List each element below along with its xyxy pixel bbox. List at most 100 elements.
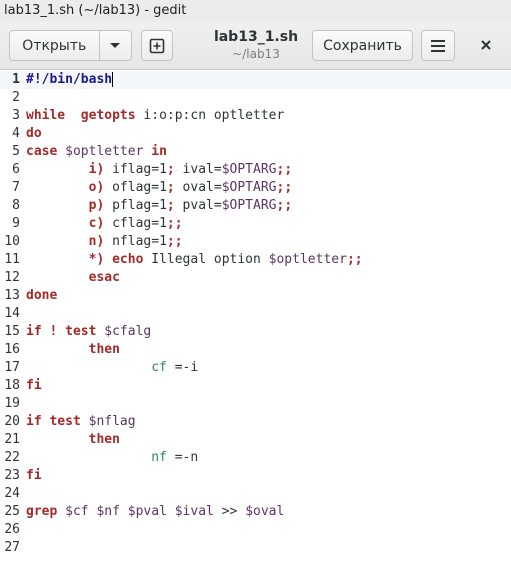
code-text: then bbox=[26, 431, 120, 449]
code-line[interactable]: 8 p) pflag=1; pval=$OPTARG;; bbox=[0, 197, 511, 215]
code-token: in bbox=[151, 144, 167, 159]
line-number: 12 bbox=[4, 270, 20, 285]
code-token: $cfalg bbox=[104, 324, 152, 339]
line-number: 11 bbox=[4, 252, 20, 267]
line-number: 6 bbox=[12, 162, 20, 177]
line-number: 4 bbox=[12, 126, 20, 141]
code-token: pflag=1 bbox=[104, 198, 167, 213]
code-line[interactable]: 2 bbox=[0, 89, 511, 107]
code-token: o) bbox=[88, 180, 105, 195]
code-token: n) bbox=[88, 234, 105, 249]
code-line[interactable]: 1 #!/bin/bash bbox=[0, 71, 511, 89]
code-text: if ! test $cfalg bbox=[26, 323, 151, 341]
code-line[interactable]: 14 bbox=[0, 305, 511, 323]
code-line[interactable]: 7 o) oflag=1; oval=$OPTARG;; bbox=[0, 179, 511, 197]
chevron-down-icon bbox=[110, 42, 121, 48]
code-text: *) echo Illegal option $optletter;; bbox=[26, 251, 363, 269]
code-line[interactable]: 16 then bbox=[0, 341, 511, 359]
code-editor[interactable]: 1 #!/bin/bash 2 3 while getopts i:o:p:cn opt… bbox=[0, 70, 511, 569]
code-line[interactable]: 13 done bbox=[0, 287, 511, 305]
line-number: 23 bbox=[4, 468, 20, 483]
code-line[interactable]: 27 bbox=[0, 539, 511, 557]
code-line[interactable]: 26 bbox=[0, 521, 511, 539]
code-text: p) pflag=1; pval=$OPTARG;; bbox=[26, 197, 293, 215]
document-path: ~/lab13 bbox=[232, 47, 280, 61]
line-number: 2 bbox=[12, 90, 20, 105]
code-token: getopts bbox=[80, 108, 136, 123]
code-line[interactable]: 17 cf =-i bbox=[0, 359, 511, 377]
line-number: 5 bbox=[12, 144, 20, 159]
code-line[interactable]: 22 nf =-n bbox=[0, 449, 511, 467]
code-token: esac bbox=[88, 270, 120, 285]
code-text: if test $nflag bbox=[26, 413, 136, 431]
code-token: ; bbox=[166, 198, 175, 213]
code-line[interactable]: 6 i) iflag=1; ival=$OPTARG;; bbox=[0, 161, 511, 179]
line-number: 3 bbox=[12, 108, 20, 123]
code-line[interactable]: 18 fi bbox=[0, 377, 511, 395]
code-token: while bbox=[26, 108, 66, 123]
code-token: i) bbox=[88, 162, 105, 177]
code-line[interactable]: 4 do bbox=[0, 125, 511, 143]
window-title: lab13_1.sh (~/lab13) - gedit bbox=[0, 0, 511, 22]
code-text: c) cflag=1;; bbox=[26, 215, 183, 233]
code-token: ;; bbox=[276, 198, 293, 213]
code-token: $cf bbox=[65, 504, 89, 519]
code-line[interactable]: 25 grep $cf $nf $pval $ival >> $oval bbox=[0, 503, 511, 521]
code-line[interactable]: 3 while getopts i:o:p:cn optletter bbox=[0, 107, 511, 125]
code-text: case $optletter in bbox=[26, 143, 167, 161]
code-token: #!/bin/bash bbox=[26, 72, 113, 87]
line-number: 25 bbox=[4, 504, 20, 519]
line-number: 26 bbox=[4, 522, 20, 537]
code-token: test bbox=[49, 414, 81, 429]
code-line[interactable]: 21 then bbox=[0, 431, 511, 449]
code-token: =-i bbox=[166, 360, 199, 375]
header-bar: Открыть lab13_1.sh ~/lab13 Сохранить bbox=[0, 22, 511, 70]
code-line[interactable]: 9 c) cflag=1;; bbox=[0, 215, 511, 233]
document-title-area: lab13_1.sh ~/lab13 bbox=[196, 28, 316, 62]
code-token: ; bbox=[166, 162, 175, 177]
code-line[interactable]: 11 *) echo Illegal option $optletter;; bbox=[0, 251, 511, 269]
code-token: $nf bbox=[96, 504, 120, 519]
code-line[interactable]: 10 n) nflag=1;; bbox=[0, 233, 511, 251]
code-token: grep bbox=[26, 504, 58, 519]
code-line[interactable]: 23 fi bbox=[0, 467, 511, 485]
code-text: fi bbox=[26, 377, 42, 395]
code-line[interactable]: 20 if test $nflag bbox=[0, 413, 511, 431]
code-token: ; bbox=[166, 180, 175, 195]
code-token: c) bbox=[88, 216, 105, 231]
code-token: $nflag bbox=[88, 414, 136, 429]
code-token: done bbox=[26, 288, 58, 303]
line-number: 15 bbox=[4, 324, 20, 339]
new-tab-icon bbox=[149, 38, 165, 53]
code-text: while getopts i:o:p:cn optletter bbox=[26, 107, 284, 125]
save-button[interactable]: Сохранить bbox=[312, 30, 413, 61]
line-number: 19 bbox=[4, 396, 20, 411]
code-text: esac bbox=[26, 269, 120, 287]
document-title: lab13_1.sh bbox=[213, 29, 299, 45]
code-line[interactable]: 19 bbox=[0, 395, 511, 413]
close-window-button[interactable] bbox=[476, 35, 496, 55]
new-tab-button[interactable] bbox=[141, 30, 173, 61]
line-number: 10 bbox=[4, 234, 20, 249]
line-number: 27 bbox=[4, 540, 20, 555]
code-token: then bbox=[88, 342, 120, 357]
code-line[interactable]: 12 esac bbox=[0, 269, 511, 287]
open-menu-button[interactable] bbox=[100, 31, 131, 60]
code-line[interactable]: 5 case $optletter in bbox=[0, 143, 511, 161]
code-line[interactable]: 15 if ! test $cfalg bbox=[0, 323, 511, 341]
code-token: if bbox=[26, 414, 42, 429]
main-menu-button[interactable] bbox=[421, 30, 455, 61]
open-button[interactable]: Открыть bbox=[10, 31, 100, 60]
code-line[interactable]: 24 bbox=[0, 485, 511, 503]
code-token: ;; bbox=[166, 234, 183, 249]
